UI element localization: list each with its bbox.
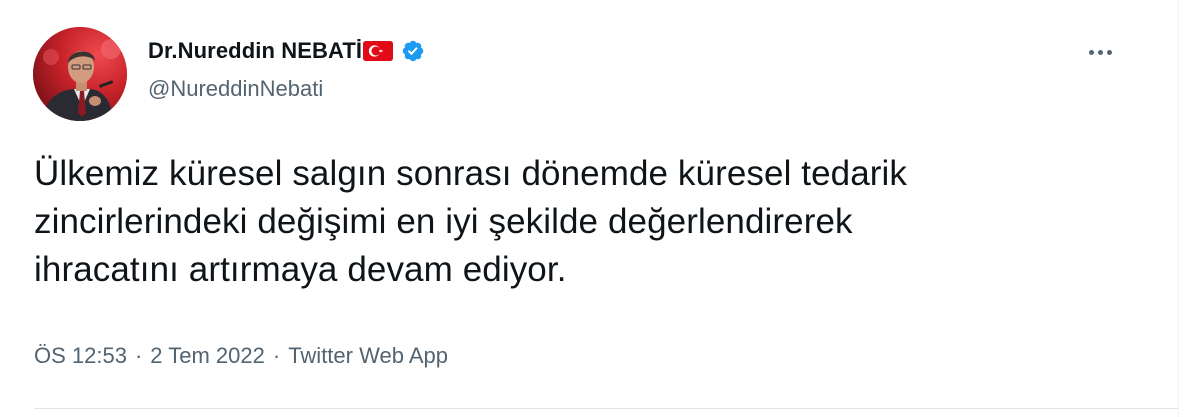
meta-separator: · — [272, 343, 281, 368]
verified-badge-icon — [401, 39, 425, 63]
tweet-card: Dr.Nureddin NEBATİ @NureddinNebati Ülkem… — [0, 0, 1200, 417]
meta-separator: · — [134, 343, 143, 368]
avatar[interactable] — [33, 27, 127, 121]
divider — [34, 408, 1178, 409]
dot — [1097, 49, 1103, 55]
tweet-text-line: Ülkemiz küresel salgın sonrası dönemde k… — [34, 154, 908, 193]
tweet-date[interactable]: 2 Tem 2022 — [150, 343, 265, 369]
more-options-icon[interactable] — [1082, 40, 1118, 64]
author-name-row: Dr.Nureddin NEBATİ — [148, 37, 425, 65]
tweet-text-line: zincirlerindeki değişimi en iyi şekilde … — [34, 202, 853, 241]
column-divider — [1178, 0, 1179, 417]
tweet-time[interactable]: ÖS 12:53 — [34, 343, 127, 369]
dot — [1088, 49, 1094, 55]
tweet-meta: ÖS 12:53 · 2 Tem 2022 · Twitter Web App — [34, 343, 448, 369]
author-display-name[interactable]: Dr.Nureddin NEBATİ — [148, 38, 362, 64]
tweet-source[interactable]: Twitter Web App — [288, 343, 448, 369]
author-handle[interactable]: @NureddinNebati — [148, 76, 323, 102]
profile-photo — [33, 27, 127, 121]
dot — [1106, 49, 1112, 55]
tweet-text-line: ihracatını artırmaya devam ediyor. — [34, 250, 567, 289]
tweet-text: Ülkemiz küresel salgın sonrası dönemde k… — [34, 150, 1154, 294]
turkey-flag-icon — [363, 41, 394, 61]
